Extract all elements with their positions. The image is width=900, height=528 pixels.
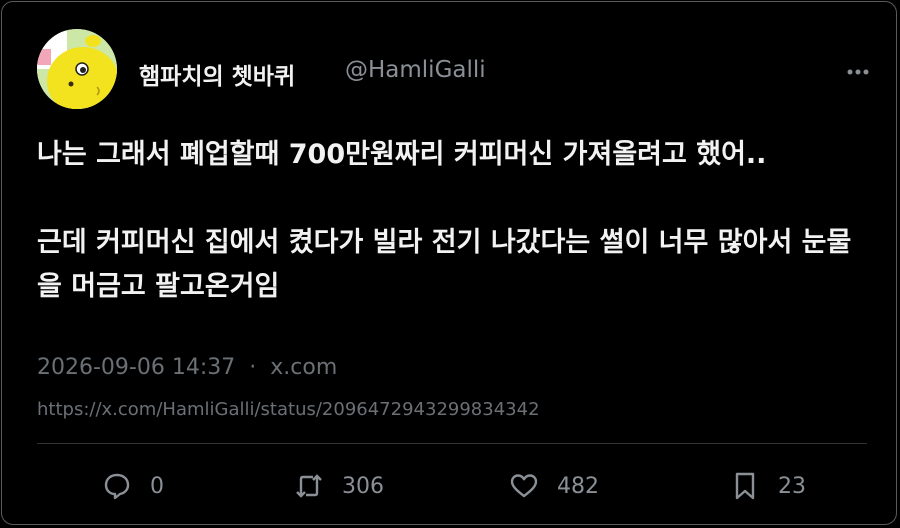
timestamp[interactable]: 2026-09-06 14:37 [37,355,235,380]
more-horizontal-icon [847,69,869,75]
heart-icon [510,474,538,498]
reply-count: 0 [150,473,164,499]
tweet-meta: 2026-09-06 14:37 · x.com [37,355,337,380]
display-name[interactable]: 햄파치의 쳇바퀴 [139,57,295,91]
meta-separator: · [249,355,257,380]
more-options-button[interactable] [840,60,876,84]
reply-bubble-icon [104,473,130,500]
bookmark-button[interactable]: 23 [730,468,806,504]
avatar[interactable] [37,29,117,109]
repost-count: 306 [342,473,384,499]
tweet-text-paragraph-2: 근데 커피머신 집에서 켰다가 빌라 전기 나갔다는 썰이 너무 많아서 눈물을… [37,227,852,302]
like-button[interactable]: 482 [509,468,599,504]
divider [37,443,867,444]
like-count: 482 [557,473,599,499]
user-handle[interactable]: @HamliGalli [345,57,486,83]
repost-button[interactable]: 306 [294,468,384,504]
tweet-text-paragraph-1: 나는 그래서 폐업할때 700만원짜리 커피머신 가져올려고 했어.. [37,139,767,170]
status-url[interactable]: https://x.com/HamliGalli/status/20964729… [37,399,540,420]
hamster-avatar-image [37,29,117,109]
bookmark-count: 23 [778,473,806,499]
reply-button[interactable]: 0 [102,468,164,504]
source-link[interactable]: x.com [270,355,337,380]
tweet-card: 햄파치의 쳇바퀴 @HamliGalli 나는 그래서 폐업할때 700만원짜리… [1,1,897,525]
bookmark-icon [735,472,755,500]
repost-icon [296,474,322,498]
